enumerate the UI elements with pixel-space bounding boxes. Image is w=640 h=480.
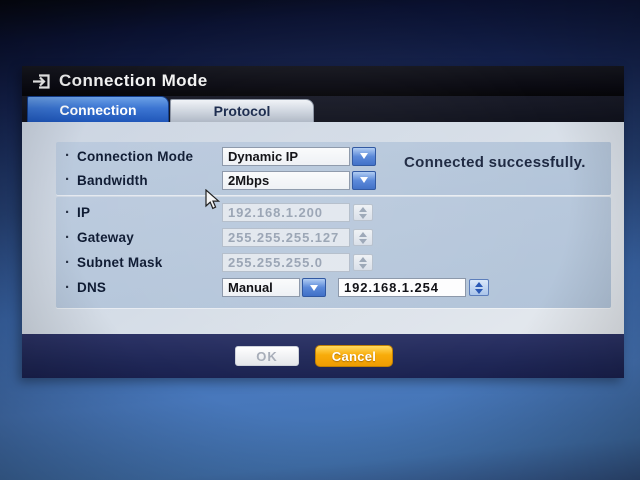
subnet-mask-field: 255.255.255.0 [222,253,350,272]
spinner-up-icon [359,257,367,262]
spinner-down-icon [359,239,367,244]
tab-protocol[interactable]: Protocol [170,99,314,122]
spinner-down-icon [359,264,367,269]
chevron-down-icon [360,153,368,159]
dialog-titlebar: Connection Mode [22,66,624,96]
dns-mode-select[interactable]: Manual [222,278,300,297]
gateway-field: 255.255.255.127 [222,228,350,247]
dns-row: · DNS Manual 192.168.1.254 [56,275,611,300]
dns-spinner[interactable] [469,279,489,296]
gateway-row: · Gateway 255.255.255.127 [56,225,611,250]
connection-mode-label: Connection Mode [77,149,222,164]
dns-mode-dropdown-arrow-button[interactable] [302,278,326,297]
tab-strip: Connection Protocol [22,96,624,122]
gateway-label: Gateway [77,230,222,245]
spinner-up-icon [359,232,367,237]
bullet-dot: · [65,151,77,161]
bullet-dot: · [65,208,77,218]
cancel-button[interactable]: Cancel [315,345,393,367]
bandwidth-label: Bandwidth [77,173,222,188]
chevron-down-icon [310,285,318,291]
ip-settings-group: · IP 192.168.1.200 · Gateway 255.255.255… [56,197,611,308]
bullet-dot: · [65,258,77,268]
tab-protocol-label: Protocol [214,103,271,119]
ip-spinner [353,204,373,221]
spinner-up-icon [475,282,483,287]
connection-mode-dropdown-arrow-button[interactable] [352,147,376,166]
spinner-up-icon [359,207,367,212]
bandwidth-dropdown-arrow-button[interactable] [352,171,376,190]
subnet-mask-spinner [353,254,373,271]
tab-connection[interactable]: Connection [27,96,169,122]
bullet-dot: · [65,175,77,185]
bullet-dot: · [65,233,77,243]
subnet-mask-label: Subnet Mask [77,255,222,270]
bullet-dot: · [65,283,77,293]
connection-mode-dialog: Connection Mode Connection Protocol Conn… [22,66,624,378]
bandwidth-row: · Bandwidth 2Mbps [56,168,611,192]
gateway-spinner [353,229,373,246]
enter-dialog-icon [32,73,51,90]
ip-address-field: 192.168.1.200 [222,203,350,222]
chevron-down-icon [360,177,368,183]
spinner-down-icon [359,214,367,219]
ip-row: · IP 192.168.1.200 [56,200,611,225]
subnet-mask-row: · Subnet Mask 255.255.255.0 [56,250,611,275]
dialog-footer: OK Cancel [22,334,624,378]
connection-status-message: Connected successfully. [404,154,586,171]
ok-button[interactable]: OK [235,346,299,366]
dns-address-field[interactable]: 192.168.1.254 [338,278,466,297]
dialog-title: Connection Mode [59,71,208,91]
connection-mode-select[interactable]: Dynamic IP [222,147,350,166]
ip-label: IP [77,205,222,220]
dns-label: DNS [77,280,222,295]
connection-settings-panel: Connected successfully. · Connection Mod… [22,122,624,334]
bandwidth-select[interactable]: 2Mbps [222,171,350,190]
tab-connection-label: Connection [60,102,137,118]
spinner-down-icon [475,289,483,294]
